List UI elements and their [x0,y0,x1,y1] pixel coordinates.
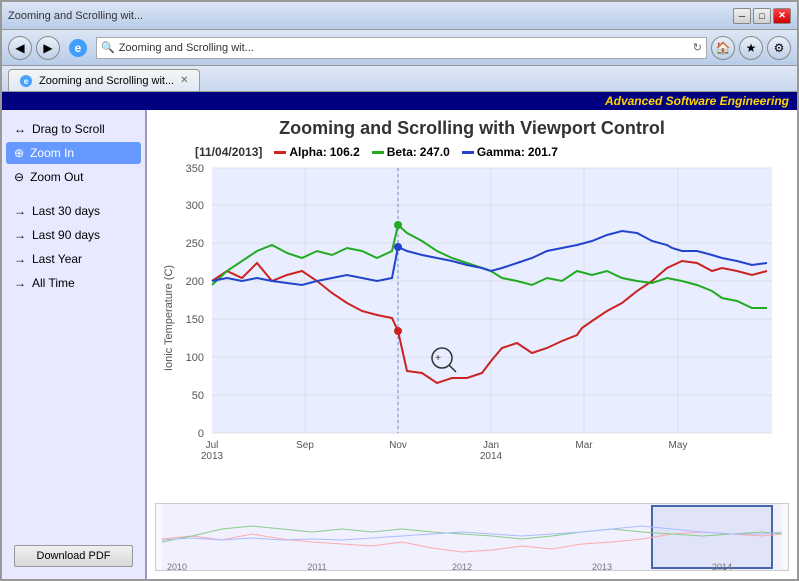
tab-close[interactable]: ✕ [180,75,188,86]
overview-chart: 2010 2011 2012 2013 2014 [155,503,789,571]
ie-icon: e [64,36,92,60]
address-bar[interactable]: 🔍 Zooming and Scrolling wit... ↻ [96,37,707,59]
zoom-out-icon: ⊖ [14,170,24,184]
beta-label: Beta: [387,145,417,159]
svg-text:e: e [24,77,29,86]
arrow-icon: → [14,204,26,218]
legend-gamma: Gamma: 201.7 [462,145,558,159]
svg-text:300: 300 [186,200,204,212]
sidebar-item-label: Last 90 days [32,228,100,242]
svg-text:2012: 2012 [452,562,472,571]
svg-text:0: 0 [198,428,204,440]
svg-text:+: + [435,353,441,364]
svg-text:2014: 2014 [480,451,503,462]
svg-text:e: e [75,41,82,55]
sidebar-item-last-30-days[interactable]: → Last 30 days [6,200,141,222]
alpha-color-swatch [274,151,286,154]
svg-text:Nov: Nov [389,440,407,451]
svg-text:2011: 2011 [307,562,326,571]
legend-date: [11/04/2013] [195,145,262,159]
svg-text:250: 250 [186,238,204,250]
tab-bar: e Zooming and Scrolling wit... ✕ [2,66,797,92]
legend-beta: Beta: 247.0 [372,145,450,159]
chart-legend: [11/04/2013] Alpha: 106.2 Beta: 247.0 Ga… [155,143,789,163]
sidebar-item-zoom-in[interactable]: ⊕ Zoom In [6,142,141,164]
sidebar-item-label: All Time [32,276,75,290]
download-pdf-button[interactable]: Download PDF [14,545,133,567]
favorites-button[interactable]: ★ [739,36,763,60]
maximize-button[interactable]: □ [753,8,771,24]
svg-text:Sep: Sep [296,440,314,451]
drag-scroll-icon: ↔ [14,122,26,136]
alpha-label: Alpha: [289,145,326,159]
sidebar-item-label: Zoom Out [30,170,83,184]
main-chart[interactable]: 0 50 100 150 200 250 300 350 Ionic Tempe… [155,163,789,503]
main-chart-svg: 0 50 100 150 200 250 300 350 Ionic Tempe… [155,163,789,473]
svg-text:May: May [669,440,688,451]
svg-text:Jan: Jan [483,440,499,451]
gamma-label: Gamma: [477,145,525,159]
gamma-color-swatch [462,151,474,154]
svg-text:2010: 2010 [167,562,187,571]
arrow-icon: → [14,228,26,242]
svg-text:Ionic Temperature (C): Ionic Temperature (C) [163,265,175,371]
svg-text:100: 100 [186,352,204,364]
tools-button[interactable]: ⚙ [767,36,791,60]
back-button[interactable]: ◀ [8,36,32,60]
close-button[interactable]: ✕ [773,8,791,24]
svg-text:2013: 2013 [201,451,224,462]
svg-text:350: 350 [186,163,204,175]
sidebar-item-last-year[interactable]: → Last Year [6,248,141,270]
tab-label: Zooming and Scrolling wit... [39,75,174,87]
sidebar-item-label: Last Year [32,252,82,266]
svg-text:Jul: Jul [206,440,219,451]
legend-alpha: Alpha: 106.2 [274,145,359,159]
tab-icon: e [19,74,33,88]
window-controls: ─ □ ✕ [733,8,791,24]
sidebar-item-drag-to-scroll[interactable]: ↔ Drag to Scroll [6,118,141,140]
sidebar-item-label: Drag to Scroll [32,122,105,136]
svg-text:150: 150 [186,314,204,326]
minimize-button[interactable]: ─ [733,8,751,24]
beta-color-swatch [372,151,384,154]
svg-text:Mar: Mar [575,440,593,451]
forward-button[interactable]: ▶ [36,36,60,60]
sidebar-item-label: Last 30 days [32,204,100,218]
window-title: Zooming and Scrolling wit... [8,10,143,22]
browser-tab[interactable]: e Zooming and Scrolling wit... ✕ [8,69,200,91]
zoom-in-icon: ⊕ [14,146,24,160]
nav-bar: ◀ ▶ e 🔍 Zooming and Scrolling wit... ↻ 🏠… [2,30,797,66]
sidebar: ↔ Drag to Scroll ⊕ Zoom In ⊖ Zoom Out → … [2,110,147,579]
sidebar-item-all-time[interactable]: → All Time [6,272,141,294]
banner-text: Advanced Software Engineering [605,94,789,108]
arrow-icon: → [14,276,26,290]
home-button[interactable]: 🏠 [711,36,735,60]
svg-text:50: 50 [192,390,204,402]
header-banner: Advanced Software Engineering [2,92,797,110]
overview-svg: 2010 2011 2012 2013 2014 [156,504,788,571]
browser-window: Zooming and Scrolling wit... ─ □ ✕ ◀ ▶ e… [0,0,799,581]
content-area: ↔ Drag to Scroll ⊕ Zoom In ⊖ Zoom Out → … [2,110,797,579]
sidebar-divider [6,190,141,198]
sidebar-item-zoom-out[interactable]: ⊖ Zoom Out [6,166,141,188]
svg-text:200: 200 [186,276,204,288]
arrow-icon: → [14,252,26,266]
sidebar-item-last-90-days[interactable]: → Last 90 days [6,224,141,246]
svg-text:2013: 2013 [592,562,612,571]
sidebar-item-label: Zoom In [30,146,74,160]
svg-text:2014: 2014 [712,562,732,571]
title-bar: Zooming and Scrolling wit... ─ □ ✕ [2,2,797,30]
sidebar-download: Download PDF [6,541,141,571]
address-text: Zooming and Scrolling wit... [119,42,689,54]
chart-area: Zooming and Scrolling with Viewport Cont… [147,110,797,579]
chart-title: Zooming and Scrolling with Viewport Cont… [155,118,789,139]
